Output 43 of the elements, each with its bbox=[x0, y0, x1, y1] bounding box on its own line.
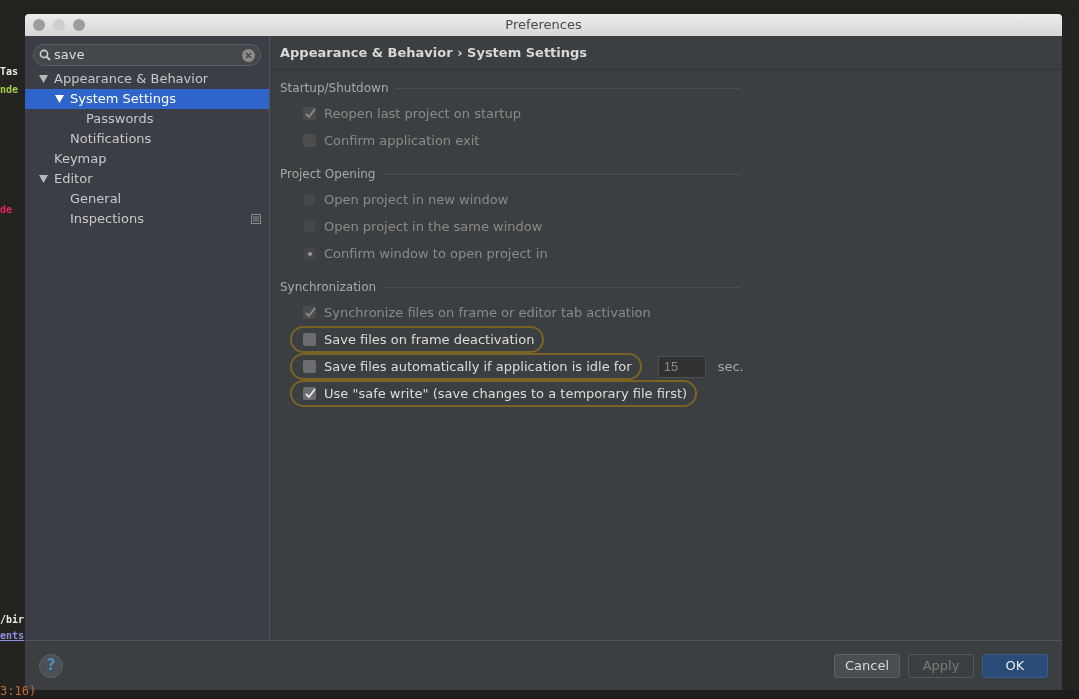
window-title: Preferences bbox=[505, 16, 582, 35]
option-label: Confirm application exit bbox=[324, 131, 480, 150]
code-fragment: Tas bbox=[0, 65, 20, 79]
close-window-button[interactable] bbox=[33, 19, 45, 31]
section-title: Project Opening bbox=[280, 166, 376, 183]
option-label: Synchronize files on frame or editor tab activation bbox=[324, 303, 651, 322]
zoom-window-button[interactable] bbox=[73, 19, 85, 31]
tree-item[interactable]: Editor bbox=[25, 169, 269, 189]
search-input[interactable]: save bbox=[54, 45, 239, 65]
option-label: Open project in new window bbox=[324, 190, 509, 209]
search-icon bbox=[39, 49, 51, 61]
dialog-button[interactable]: Cancel bbox=[834, 653, 900, 678]
clear-icon[interactable] bbox=[242, 48, 255, 62]
code-fragment: ents bbox=[0, 629, 25, 643]
expanded-triangle-icon[interactable] bbox=[39, 75, 48, 83]
tree-item[interactable]: Appearance & Behavior bbox=[25, 69, 269, 89]
tree-item[interactable]: System Settings bbox=[25, 89, 269, 109]
tree-item[interactable]: Keymap bbox=[25, 149, 269, 169]
tree-item[interactable]: Passwords bbox=[25, 109, 269, 129]
breadcrumb: Appearance & Behavior › System Settings bbox=[280, 43, 588, 62]
option-label: Save files on frame deactivation bbox=[324, 330, 535, 349]
option-label: Reopen last project on startup bbox=[324, 104, 521, 123]
section-title: Startup/Shutdown bbox=[280, 80, 389, 97]
option-label: Use "safe write" (save changes to a temporary file first) bbox=[324, 384, 688, 403]
code-fragment: nde bbox=[0, 83, 20, 97]
section-title: Synchronization bbox=[280, 279, 377, 296]
unit-label: sec. bbox=[717, 357, 744, 376]
checkbox[interactable] bbox=[303, 333, 316, 346]
option-label: Open project in the same window bbox=[324, 217, 543, 236]
search-field[interactable]: save bbox=[33, 44, 261, 66]
checkbox[interactable] bbox=[303, 360, 316, 373]
tree-item[interactable]: Notifications bbox=[25, 129, 269, 149]
code-fragment: de bbox=[0, 203, 14, 217]
seconds-field[interactable]: 15 bbox=[657, 355, 706, 378]
code-fragment: /bir bbox=[0, 613, 25, 627]
tree-item[interactable]: General bbox=[25, 189, 269, 209]
option-label: Save files automatically if application is idle for bbox=[324, 357, 632, 376]
status-text: 3:16) bbox=[0, 684, 37, 698]
expanded-triangle-icon[interactable] bbox=[55, 95, 64, 103]
ok-button[interactable]: OK bbox=[982, 653, 1048, 678]
option-label: Confirm window to open project in bbox=[324, 244, 548, 263]
tree-item[interactable]: Inspections bbox=[25, 209, 269, 229]
expanded-triangle-icon[interactable] bbox=[39, 175, 48, 183]
